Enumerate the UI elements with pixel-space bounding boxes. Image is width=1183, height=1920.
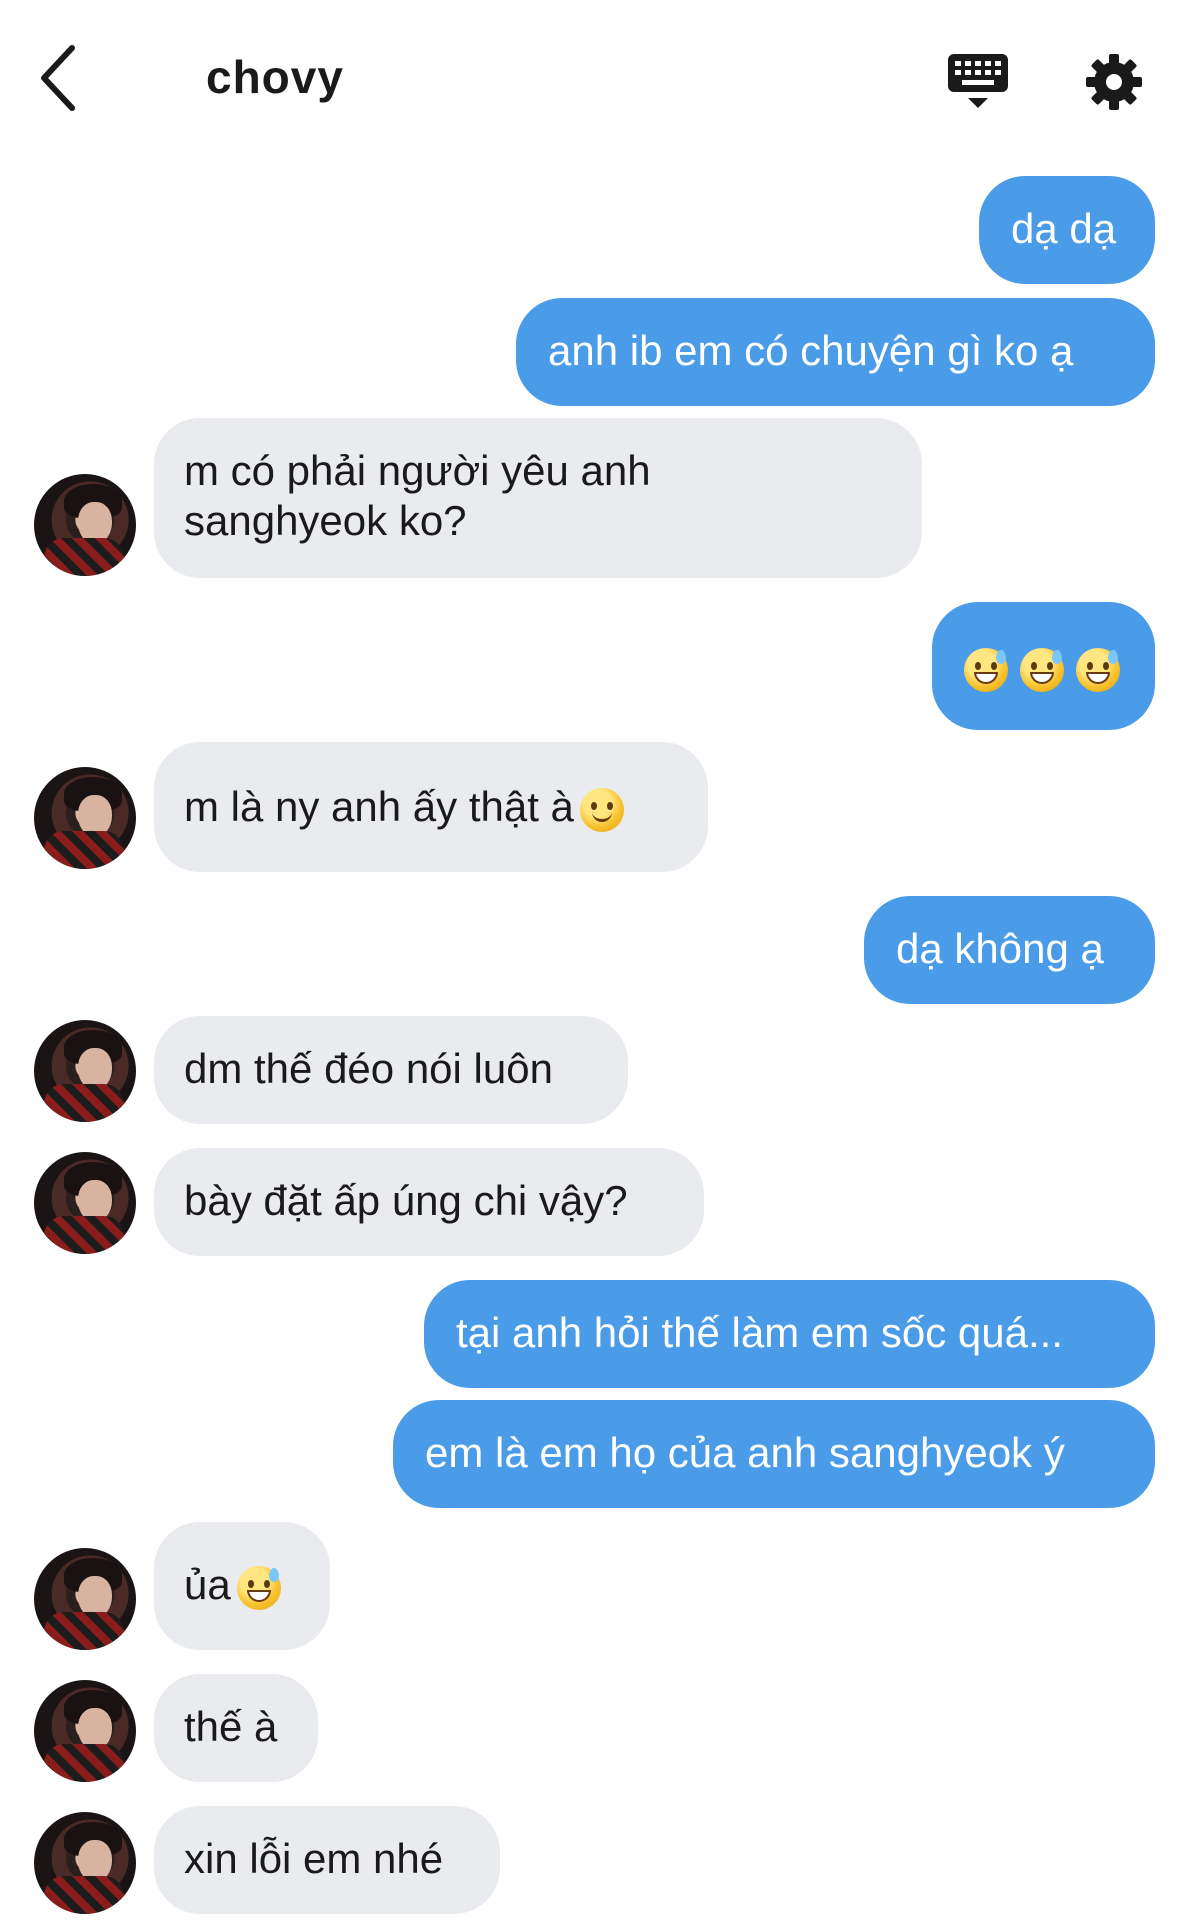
grinning-sweat-emoji (1076, 647, 1120, 692)
message-text: dạ không ạ (896, 925, 1104, 972)
incoming-message[interactable]: bày đặt ấp úng chi vậy? (154, 1148, 704, 1256)
message-text: thế à (184, 1703, 278, 1750)
grinning-sweat-emoji (1020, 647, 1064, 692)
incoming-message[interactable]: ủa (154, 1522, 330, 1650)
back-button[interactable] (30, 40, 100, 120)
keyboard-icon (948, 54, 1008, 108)
avatar[interactable] (34, 1548, 136, 1650)
message-text: dm thế đéo nói luôn (184, 1045, 553, 1092)
avatar[interactable] (34, 1152, 136, 1254)
grinning-sweat-emoji (236, 1565, 281, 1610)
message-text: bày đặt ấp úng chi vậy? (184, 1177, 628, 1224)
incoming-message[interactable]: m có phải người yêu anh sanghyeok ko? (154, 418, 922, 578)
keyboard-button[interactable] (946, 50, 1010, 114)
message-text: tại anh hỏi thế làm em sốc quá... (456, 1309, 1064, 1356)
outgoing-message[interactable]: anh ib em có chuyện gì ko ạ (516, 298, 1155, 406)
message-text: anh ib em có chuyện gì ko ạ (548, 327, 1074, 374)
avatar[interactable] (34, 474, 136, 576)
chevron-left-icon (41, 45, 75, 111)
avatar[interactable] (34, 1680, 136, 1782)
grinning-sweat-emoji (964, 647, 1008, 692)
message-text: dạ dạ (1011, 205, 1117, 252)
conversation-title: chovy (206, 51, 344, 103)
gear-icon (1086, 54, 1142, 110)
chat-header: chovy (0, 0, 1183, 160)
message-text-line-2: sanghyeok ko? (184, 497, 467, 544)
message-text: ủa (184, 1561, 231, 1608)
settings-button[interactable] (1082, 50, 1146, 114)
avatar[interactable] (34, 767, 136, 869)
outgoing-message[interactable]: tại anh hỏi thế làm em sốc quá... (424, 1280, 1155, 1388)
avatar[interactable] (34, 1020, 136, 1122)
incoming-message[interactable]: m là ny anh ấy thật à (154, 742, 708, 872)
incoming-message[interactable]: dm thế đéo nói luôn (154, 1016, 628, 1124)
slightly-smiling-emoji (579, 787, 624, 832)
incoming-message[interactable]: xin lỗi em nhé (154, 1806, 500, 1914)
message-text: em là em họ của anh sanghyeok ý (425, 1429, 1065, 1476)
outgoing-message[interactable] (932, 602, 1155, 730)
outgoing-message[interactable]: em là em họ của anh sanghyeok ý (393, 1400, 1155, 1508)
message-text: xin lỗi em nhé (184, 1835, 444, 1882)
outgoing-message[interactable]: dạ dạ (979, 176, 1155, 284)
message-text: m là ny anh ấy thật à (184, 783, 574, 830)
message-text-line-1: m có phải người yêu anh (184, 447, 651, 494)
outgoing-message[interactable]: dạ không ạ (864, 896, 1155, 1004)
incoming-message[interactable]: thế à (154, 1674, 318, 1782)
avatar[interactable] (34, 1812, 136, 1914)
